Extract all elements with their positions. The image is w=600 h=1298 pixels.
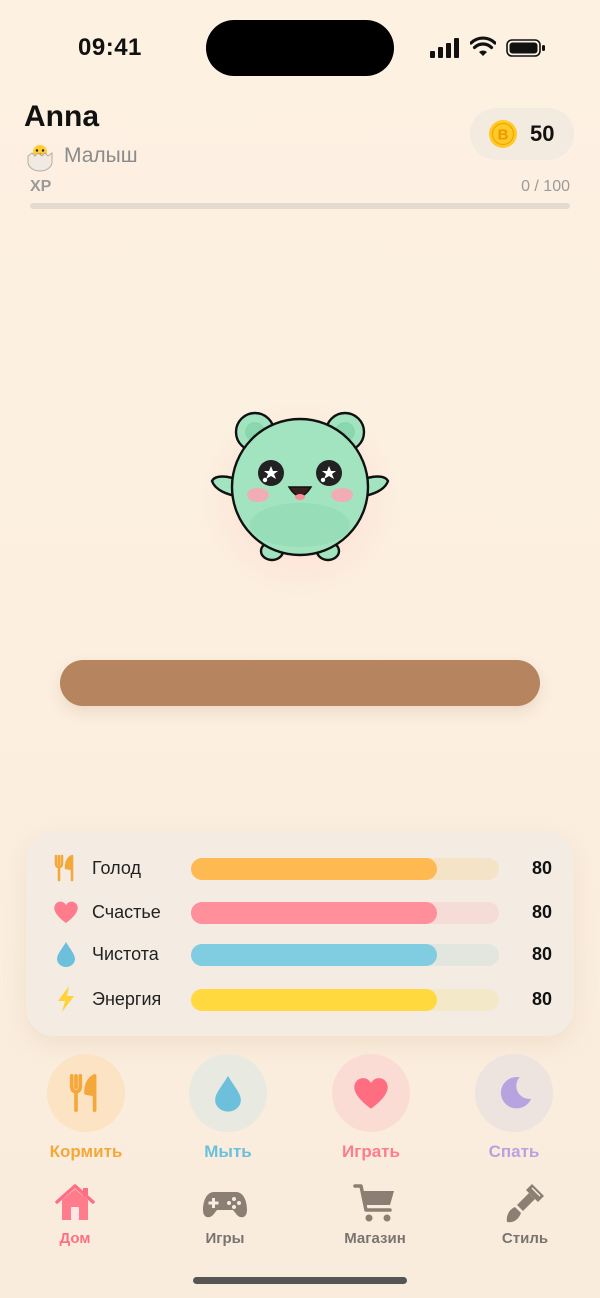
fork-knife-icon xyxy=(54,854,74,882)
coin-icon: B xyxy=(489,120,517,148)
heart-icon xyxy=(54,901,78,923)
sleep-label: Спать xyxy=(488,1142,540,1161)
feed-label: Кормить xyxy=(49,1142,123,1161)
lightning-icon xyxy=(58,986,74,1012)
pet-character[interactable] xyxy=(205,405,395,570)
hunger-bar xyxy=(191,858,499,880)
dynamic-island xyxy=(206,20,394,76)
happiness-bar xyxy=(191,902,499,924)
sleep-button[interactable]: Спать xyxy=(444,1054,584,1162)
battery-icon xyxy=(506,39,545,57)
fork-knife-icon xyxy=(69,1074,97,1112)
coin-symbol: B xyxy=(498,127,509,144)
hatching-chick-icon xyxy=(27,145,53,172)
stat-value: 80 xyxy=(531,944,552,964)
stat-label: Энергия xyxy=(92,989,162,1009)
xp-progress-bar xyxy=(30,203,570,209)
energy-bar-fill xyxy=(191,989,438,1011)
status-time: 09:41 xyxy=(78,34,142,61)
xp-label: XP xyxy=(30,178,52,195)
tab-home-label: Дом xyxy=(59,1230,91,1247)
stat-label: Счастье xyxy=(92,902,161,922)
rank-label: Малыш xyxy=(64,144,138,167)
tab-style-label: Стиль xyxy=(501,1230,549,1247)
energy-bar xyxy=(191,989,499,1011)
stat-value: 80 xyxy=(531,902,552,922)
heart-icon xyxy=(354,1078,388,1109)
tab-home[interactable]: Дом xyxy=(15,1180,135,1247)
tab-shop[interactable]: Магазин xyxy=(315,1180,435,1247)
home-indicator[interactable] xyxy=(193,1277,407,1284)
water-drop-icon xyxy=(57,942,75,967)
tab-style[interactable]: Стиль xyxy=(465,1180,585,1247)
coin-count: 50 xyxy=(530,121,555,146)
player-name: Anna xyxy=(24,100,99,133)
paintbrush-icon xyxy=(506,1184,544,1223)
xp-value: 0 / 100 xyxy=(521,178,570,195)
water-drop-icon xyxy=(215,1075,241,1112)
cart-icon xyxy=(353,1184,394,1222)
happiness-bar-fill xyxy=(191,902,438,924)
stat-row-hunger: Голод 80 xyxy=(26,848,574,888)
feed-button[interactable]: Кормить xyxy=(16,1054,156,1162)
play-label: Играть xyxy=(342,1142,400,1161)
stat-row-energy: Энергия 80 xyxy=(26,979,574,1019)
stats-panel: Голод 80 Счастье 80 Чистота 80 Энергия 8… xyxy=(26,832,574,1036)
cleanliness-bar xyxy=(191,944,499,966)
stat-row-happiness: Счастье 80 xyxy=(26,892,574,932)
stat-label: Чистота xyxy=(92,944,159,964)
sleep-button-circle[interactable] xyxy=(475,1054,553,1132)
gamepad-icon xyxy=(203,1192,247,1218)
cellular-signal-icon xyxy=(430,38,459,58)
stat-row-cleanliness: Чистота 80 xyxy=(26,934,574,974)
feed-button-circle[interactable] xyxy=(47,1054,125,1132)
tab-games[interactable]: Игры xyxy=(165,1180,285,1247)
tab-games-label: Игры xyxy=(205,1230,245,1247)
hunger-bar-fill xyxy=(191,858,438,880)
tab-shop-label: Магазин xyxy=(344,1230,406,1247)
home-icon xyxy=(55,1184,95,1220)
coin-balance[interactable]: B 50 xyxy=(470,108,574,160)
cleanliness-bar-fill xyxy=(191,944,438,966)
pet-platform xyxy=(60,660,540,706)
play-button-circle[interactable] xyxy=(332,1054,410,1132)
moon-icon xyxy=(500,1076,532,1109)
status-bar: 09:41 xyxy=(0,0,600,96)
play-button[interactable]: Играть xyxy=(301,1054,441,1162)
wash-button[interactable]: Мыть xyxy=(158,1054,298,1162)
stat-value: 80 xyxy=(531,858,552,878)
stat-value: 80 xyxy=(531,989,552,1009)
wifi-icon xyxy=(470,36,496,56)
wash-button-circle[interactable] xyxy=(189,1054,267,1132)
stat-label: Голод xyxy=(92,858,141,878)
player-rank: Малыш xyxy=(24,140,138,172)
wash-label: Мыть xyxy=(204,1142,252,1161)
